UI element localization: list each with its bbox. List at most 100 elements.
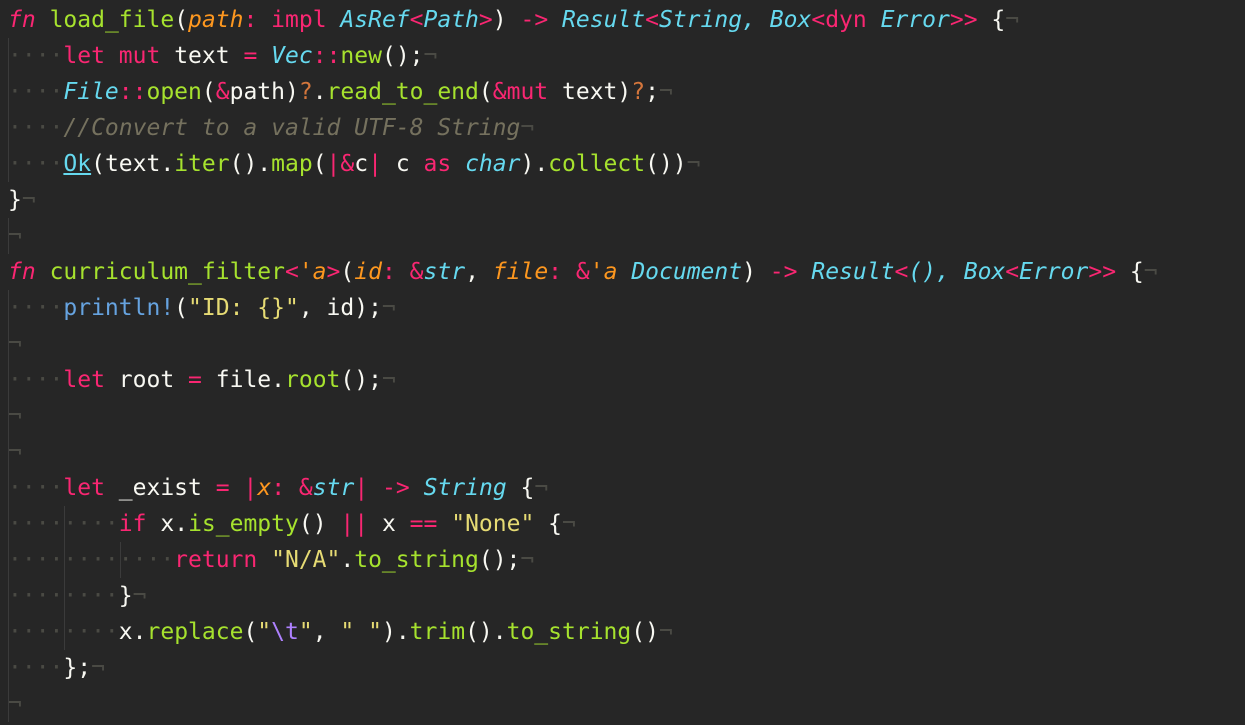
variable-x: x bbox=[160, 511, 175, 537]
code-line-13-blank[interactable]: ¬ bbox=[0, 434, 1245, 470]
operator-equals: == bbox=[409, 511, 438, 537]
indent-dots: ···· bbox=[8, 655, 64, 681]
eol-marker: ¬ bbox=[21, 187, 36, 213]
code-line-1[interactable]: fn load_file(path: impl AsRef<Path>) -> … bbox=[0, 2, 1245, 38]
variable-text: text bbox=[174, 43, 230, 69]
comment-utf8: //Convert to a valid UTF-8 String bbox=[63, 115, 521, 141]
code-line-17[interactable]: ········}¬ bbox=[0, 578, 1245, 614]
keyword-impl: impl bbox=[271, 7, 327, 33]
indent-guide bbox=[8, 110, 9, 146]
eol-marker: ¬ bbox=[1143, 259, 1158, 285]
eol-marker: ¬ bbox=[381, 295, 396, 321]
variable-file: file bbox=[215, 367, 272, 393]
operator-arrow: -> bbox=[769, 259, 798, 285]
operator-or: || bbox=[340, 511, 369, 537]
eol-marker: ¬ bbox=[562, 511, 576, 537]
indent-guide bbox=[8, 614, 9, 650]
type-str: str bbox=[423, 259, 466, 285]
indent-guide bbox=[8, 578, 9, 614]
eol-marker: ¬ bbox=[8, 403, 22, 429]
keyword-let: let bbox=[63, 475, 105, 501]
variable-path: path bbox=[229, 79, 285, 105]
eol-marker: ¬ bbox=[520, 115, 535, 141]
eol-marker: ¬ bbox=[381, 367, 396, 393]
variable-root: root bbox=[118, 367, 175, 393]
param-id: id bbox=[354, 259, 382, 285]
eol-marker: ¬ bbox=[8, 331, 22, 357]
function-name-load-file: load_file bbox=[49, 7, 175, 33]
indent-guide bbox=[64, 542, 65, 578]
code-area[interactable]: fn load_file(path: impl AsRef<Path>) -> … bbox=[0, 2, 1245, 722]
lifetime-a: 'a bbox=[589, 259, 618, 285]
keyword-fn: fn bbox=[8, 7, 36, 33]
code-line-11[interactable]: ····let root = file.root();¬ bbox=[0, 362, 1245, 398]
type-string: String bbox=[658, 7, 743, 33]
type-error: Error bbox=[1019, 259, 1089, 285]
string-space: " " bbox=[340, 619, 382, 645]
indent-guide bbox=[64, 506, 65, 542]
code-line-7-blank[interactable]: ¬ bbox=[0, 218, 1245, 254]
code-line-14[interactable]: ····let _exist = |x: &str| -> String {¬ bbox=[0, 470, 1245, 506]
indent-dots: ···· bbox=[8, 151, 64, 177]
indent-guide bbox=[8, 398, 9, 434]
eol-marker: ¬ bbox=[132, 583, 147, 609]
eol-marker: ¬ bbox=[423, 43, 438, 69]
code-line-19[interactable]: ····};¬ bbox=[0, 650, 1245, 686]
indent-dots: ···· bbox=[8, 43, 64, 69]
function-read-to-end: read_to_end bbox=[326, 79, 479, 105]
code-line-3[interactable]: ····File::open(&path)?.read_to_end(&mut … bbox=[0, 74, 1245, 110]
type-box: Box bbox=[769, 7, 812, 33]
type-string: String bbox=[423, 475, 507, 501]
function-name-curriculum-filter: curriculum_filter bbox=[49, 259, 285, 285]
type-result: Result bbox=[562, 7, 646, 33]
macro-println: println! bbox=[63, 295, 175, 321]
indent-guide bbox=[64, 614, 65, 650]
indent-dots: ············ bbox=[8, 547, 175, 573]
string-none: "None" bbox=[451, 511, 535, 537]
keyword-let: let bbox=[63, 43, 105, 69]
code-line-18[interactable]: ········x.replace("\t", " ").trim().to_s… bbox=[0, 614, 1245, 650]
indent-guide bbox=[8, 686, 9, 722]
function-open: open bbox=[146, 79, 202, 105]
code-line-5[interactable]: ····Ok(text.iter().map(|&c| c as char).c… bbox=[0, 146, 1245, 182]
code-editor[interactable]: fn load_file(path: impl AsRef<Path>) -> … bbox=[0, 0, 1245, 725]
type-str: str bbox=[312, 475, 355, 501]
indent-dots: ···· bbox=[8, 79, 64, 105]
type-vec: Vec bbox=[271, 43, 313, 69]
keyword-dyn: dyn bbox=[825, 7, 867, 33]
enum-variant-ok[interactable]: Ok bbox=[63, 151, 91, 177]
keyword-mut: mut bbox=[506, 79, 549, 105]
type-asref: AsRef bbox=[340, 7, 410, 33]
code-line-4[interactable]: ····//Convert to a valid UTF-8 String¬ bbox=[0, 110, 1245, 146]
indent-guide bbox=[8, 326, 9, 362]
function-root: root bbox=[285, 367, 341, 393]
type-result: Result bbox=[811, 259, 895, 285]
function-to-string: to_string bbox=[354, 547, 479, 573]
variable-text: text bbox=[562, 79, 618, 105]
string-id-format: "ID: {}" bbox=[188, 295, 299, 321]
code-line-20-blank[interactable]: ¬ bbox=[0, 686, 1245, 722]
code-line-15[interactable]: ········if x.is_empty() || x == "None" {… bbox=[0, 506, 1245, 542]
lifetime-a: 'a bbox=[298, 259, 327, 285]
indent-dots: ···· bbox=[8, 367, 64, 393]
eol-marker: ¬ bbox=[8, 223, 22, 249]
eol-marker: ¬ bbox=[1005, 7, 1020, 33]
code-line-16[interactable]: ············return "N/A".to_string();¬ bbox=[0, 542, 1245, 578]
code-line-12-blank[interactable]: ¬ bbox=[0, 398, 1245, 434]
code-line-6[interactable]: }¬ bbox=[0, 182, 1245, 218]
type-file: File bbox=[63, 79, 119, 105]
variable-exist: _exist bbox=[118, 475, 202, 501]
code-line-8[interactable]: fn curriculum_filter<'a>(id: &str, file:… bbox=[0, 254, 1245, 290]
code-line-2[interactable]: ····let mut text = Vec::new();¬ bbox=[0, 38, 1245, 74]
code-line-10-blank[interactable]: ¬ bbox=[0, 326, 1245, 362]
variable-x: x bbox=[381, 511, 396, 537]
variable-x: x bbox=[118, 619, 133, 645]
keyword-if: if bbox=[118, 511, 147, 537]
operator-arrow: -> bbox=[520, 7, 549, 33]
indent-dots: ···· bbox=[8, 475, 64, 501]
operator-question: ? bbox=[631, 79, 646, 105]
code-line-9[interactable]: ····println!("ID: {}", id);¬ bbox=[0, 290, 1245, 326]
string-na: "N/A" bbox=[271, 547, 341, 573]
indent-guide bbox=[8, 650, 9, 686]
function-trim: trim bbox=[409, 619, 466, 645]
